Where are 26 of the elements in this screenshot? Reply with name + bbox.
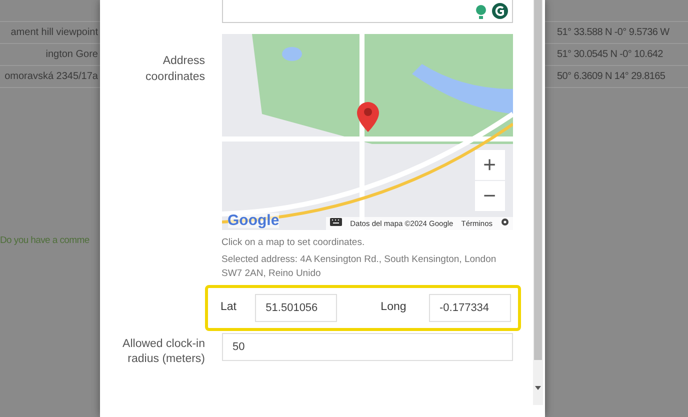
long-label: Long — [380, 300, 408, 316]
table-cell-text: 51° 30.0545 N -0° 10.642 — [557, 48, 663, 62]
zoom-in-button[interactable]: + — [474, 150, 504, 180]
hint-text: Click on a map to set coordinates. — [222, 236, 366, 250]
grammar-assistant-icon[interactable] — [474, 2, 510, 20]
scroll-down-icon[interactable] — [535, 386, 541, 390]
comment-prompt: Do you have a comme — [0, 234, 90, 248]
map-logo: Google — [228, 213, 280, 228]
selected-address: Selected address: 4A Kensington Rd., South Kensington, London SW7 2AN, Reino Unido — [222, 252, 498, 282]
table-cell-text: omoravská 2345/17a — [4, 70, 98, 84]
settings-icon[interactable] — [500, 218, 508, 226]
long-input[interactable]: -0.177334 — [428, 294, 510, 322]
table-cell-text: 50° 6.3609 N 14° 29.8165 — [557, 70, 666, 84]
map-pin-icon — [356, 102, 378, 132]
keyboard-icon[interactable] — [330, 218, 342, 226]
field-label: Allowed clock-in radius (meters) — [122, 336, 205, 368]
table-cell-text: 51° 33.588 N -0° 9.5736 W — [557, 26, 670, 40]
lat-label: Lat — [220, 300, 238, 316]
lat-input[interactable]: 51.501056 — [254, 294, 337, 322]
radius-input[interactable]: 50 — [222, 332, 512, 361]
field-label: Address coordinates — [144, 54, 205, 85]
zoom-out-button[interactable]: − — [474, 181, 504, 211]
table-cell-text: ington Gore — [44, 48, 98, 62]
table-cell-text: ament hill viewpoint — [10, 26, 98, 40]
text-area[interactable] — [222, 0, 512, 23]
scrollbar[interactable] — [533, 0, 543, 405]
